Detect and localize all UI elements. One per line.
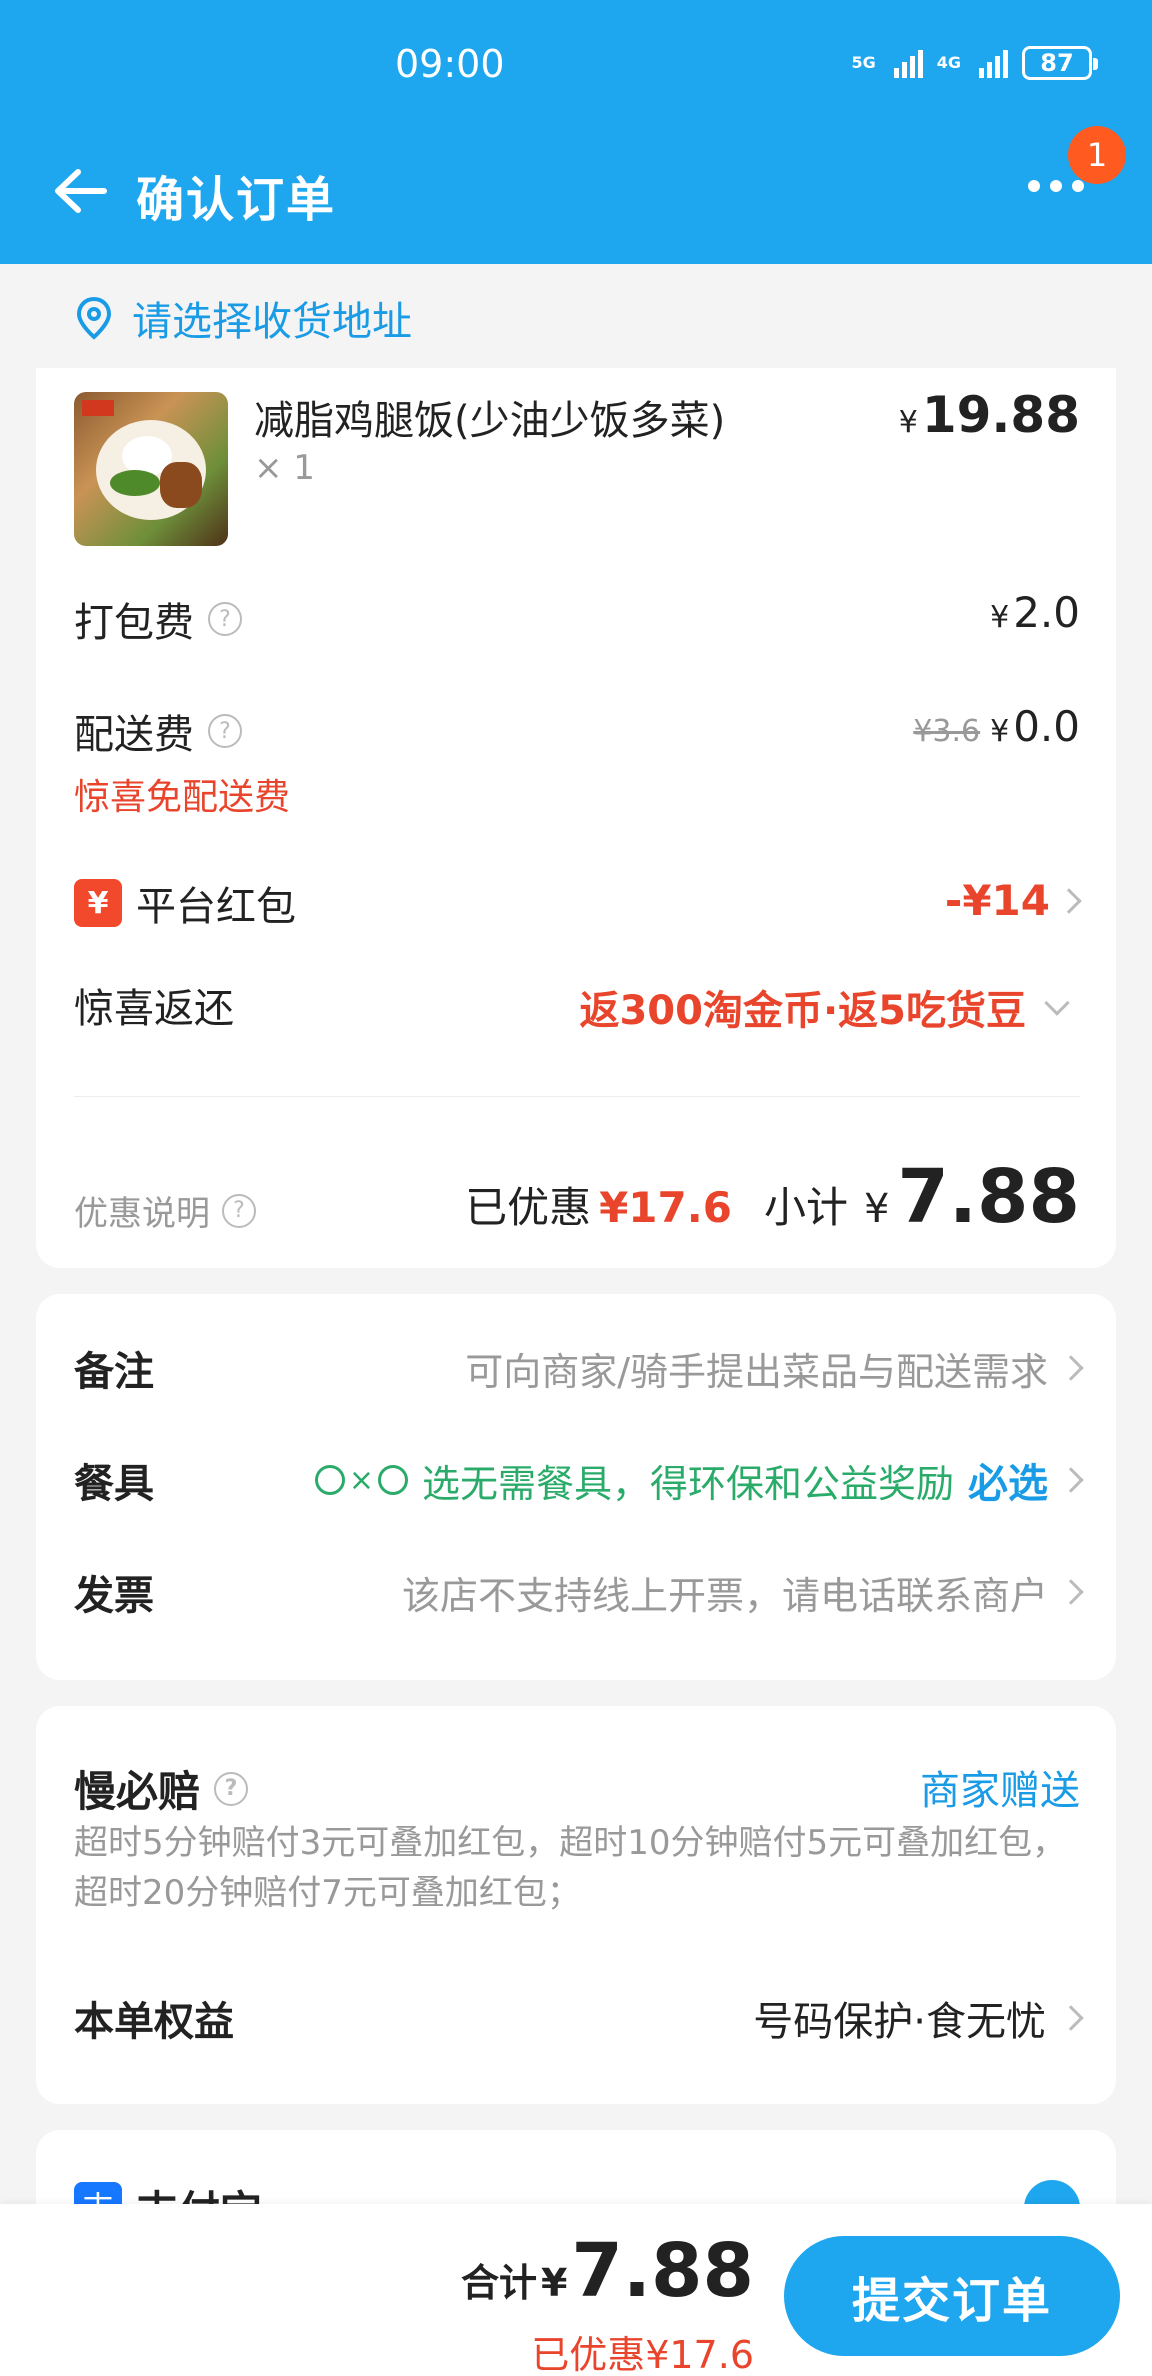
tableware-row[interactable]: 餐具 × 选无需餐具，得环保和公益奖励 必选 [74, 1440, 1084, 1520]
page-title: 确认订单 [136, 172, 337, 228]
packing-fee-value: ¥2.0 [990, 588, 1080, 637]
arrow-left-icon [55, 169, 107, 213]
notification-badge: 1 [1068, 126, 1126, 184]
guarantee-tag: 商家赠送 [920, 1768, 1080, 1814]
address-selector[interactable]: 请选择收货地址 [36, 264, 1116, 372]
network-4g-label: 4G [936, 53, 961, 72]
rebate-value[interactable]: 返300淘金币·返5吃货豆 [579, 978, 1070, 1036]
guarantee-description: 超时5分钟赔付3元可叠加红包，超时10分钟赔付5元可叠加红包，超时20分钟赔付7… [74, 1823, 1067, 1913]
order-rights-row[interactable]: 本单权益 号码保护·食无忧 [74, 1978, 1084, 2058]
delivery-fee-label: 配送费 ? [74, 702, 242, 760]
free-delivery-note: 惊喜免配送费 [74, 777, 291, 818]
product-price-value: 19.88 [921, 386, 1080, 444]
rights-label: 本单权益 [74, 1999, 234, 2045]
red-packet-label: 平台红包 [136, 884, 296, 930]
saved-label: 已优惠 [465, 1183, 592, 1232]
currency-symbol: ¥ [898, 405, 918, 440]
total-label: 合计 [460, 2261, 537, 2305]
chevron-right-icon [1058, 1355, 1084, 1381]
submit-order-button[interactable]: 提交订单 [784, 2236, 1120, 2356]
total-amount: 合计 ¥ 7.88 [461, 2228, 754, 2314]
signal-icon [979, 48, 1008, 78]
more-options-button[interactable] [1028, 180, 1084, 192]
rebate-label: 惊喜返还 [74, 986, 234, 1032]
delivery-fee-amount: 0.0 [1013, 702, 1080, 751]
address-prompt: 请选择收货地址 [132, 299, 412, 345]
chevron-right-icon [1058, 1579, 1084, 1605]
product-quantity: × 1 [254, 448, 315, 488]
status-time: 09:00 [395, 42, 505, 86]
tableware-text: 选无需餐具，得环保和公益奖励 [421, 1461, 954, 1506]
subtotal-amount: 7.88 [897, 1154, 1080, 1240]
note-placeholder: 可向商家/骑手提出菜品与配送需求 [465, 1349, 1048, 1394]
divider [74, 1096, 1080, 1097]
help-icon: ? [222, 1193, 256, 1228]
app-header: 09:00 5G 4G 87 确认订单 1 [0, 0, 1152, 264]
location-pin-icon [76, 296, 112, 340]
invoice-label: 发票 [74, 1573, 154, 1619]
saved-amount: ¥17.6 [599, 1183, 732, 1232]
packing-fee-label: 打包费 ? [74, 590, 242, 648]
discount-explanation[interactable]: 优惠说明 ? [74, 1186, 256, 1235]
help-icon[interactable]: ? [208, 714, 242, 748]
signal-icon [893, 48, 923, 78]
rights-value: 号码保护·食无忧 [753, 1999, 1046, 2045]
product-price: ¥19.88 [899, 386, 1080, 444]
red-packet-amount: -¥14 [944, 876, 1050, 925]
battery-icon: 87 [1022, 46, 1098, 80]
total-saved: 已优惠¥17.6 [531, 2333, 754, 2376]
eco-leaf-icon: × [314, 1463, 408, 1498]
delivery-original-price: ¥3.6 [913, 714, 981, 749]
guarantee-title-text: 慢必赔 [74, 1767, 201, 1816]
discount-explanation-text: 优惠说明 [74, 1194, 210, 1234]
total-value: 7.88 [571, 2228, 754, 2314]
currency-symbol: ¥ [990, 600, 1010, 635]
rebate-text: 返300淘金币·返5吃货豆 [579, 988, 1026, 1034]
chevron-down-icon [1044, 990, 1070, 1016]
delivery-fee-value: ¥3.6 ¥0.0 [913, 702, 1080, 751]
more-dot-icon [1050, 180, 1062, 192]
chevron-right-icon [1058, 1467, 1084, 1493]
network-5g-label: 5G [851, 53, 876, 72]
note-row[interactable]: 备注 可向商家/骑手提出菜品与配送需求 [74, 1328, 1084, 1408]
tableware-required: 必选 [968, 1461, 1048, 1507]
status-bar-icons: 5G 4G 87 [851, 46, 1098, 80]
help-icon[interactable]: ? [214, 1771, 249, 1806]
back-button[interactable] [50, 166, 110, 216]
currency-symbol: ¥ [990, 714, 1010, 749]
tableware-label: 餐具 [74, 1461, 154, 1507]
guarantee-card: 慢必赔 ? 商家赠送 超时5分钟赔付3元可叠加红包，超时10分钟赔付5元可叠加红… [36, 1706, 1116, 2104]
delivery-fee-text: 配送费 [74, 712, 194, 758]
help-icon[interactable]: ? [208, 602, 242, 636]
packing-fee-text: 打包费 [74, 600, 194, 646]
chevron-right-icon [1056, 887, 1082, 914]
red-packet-row[interactable]: ¥ 平台红包 [74, 874, 296, 932]
invoice-row[interactable]: 发票 该店不支持线上开票，请电话联系商户 [74, 1552, 1084, 1632]
checkout-bar: 合计 ¥ 7.88 已优惠¥17.6 提交订单 [0, 2204, 1152, 2376]
packing-fee-amount: 2.0 [1013, 588, 1080, 637]
order-card: 减脂鸡腿饭(少油少饭多菜) × 1 ¥19.88 打包费 ? ¥2.0 配送费 … [36, 368, 1116, 1268]
subtotal-label: 小计 [763, 1183, 848, 1232]
red-packet-icon: ¥ [74, 879, 122, 927]
extras-card: 备注 可向商家/骑手提出菜品与配送需求 餐具 × 选无需餐具，得环保和公益奖励 … [36, 1294, 1116, 1680]
guarantee-title: 慢必赔 ? [74, 1758, 249, 1819]
red-packet-value[interactable]: -¥14 [944, 876, 1082, 925]
more-dot-icon [1028, 180, 1040, 192]
more-dot-icon [1072, 180, 1084, 192]
product-name: 减脂鸡腿饭(少油少饭多菜) [254, 398, 726, 444]
note-label: 备注 [74, 1349, 154, 1395]
invoice-text: 该店不支持线上开票，请电话联系商户 [401, 1573, 1048, 1618]
product-image[interactable] [74, 392, 228, 546]
order-summary: 已优惠 ¥17.6 小计 ¥ 7.88 [465, 1154, 1080, 1240]
currency-symbol: ¥ [863, 1186, 890, 1232]
currency-symbol: ¥ [540, 2261, 568, 2305]
chevron-right-icon [1058, 2005, 1084, 2031]
